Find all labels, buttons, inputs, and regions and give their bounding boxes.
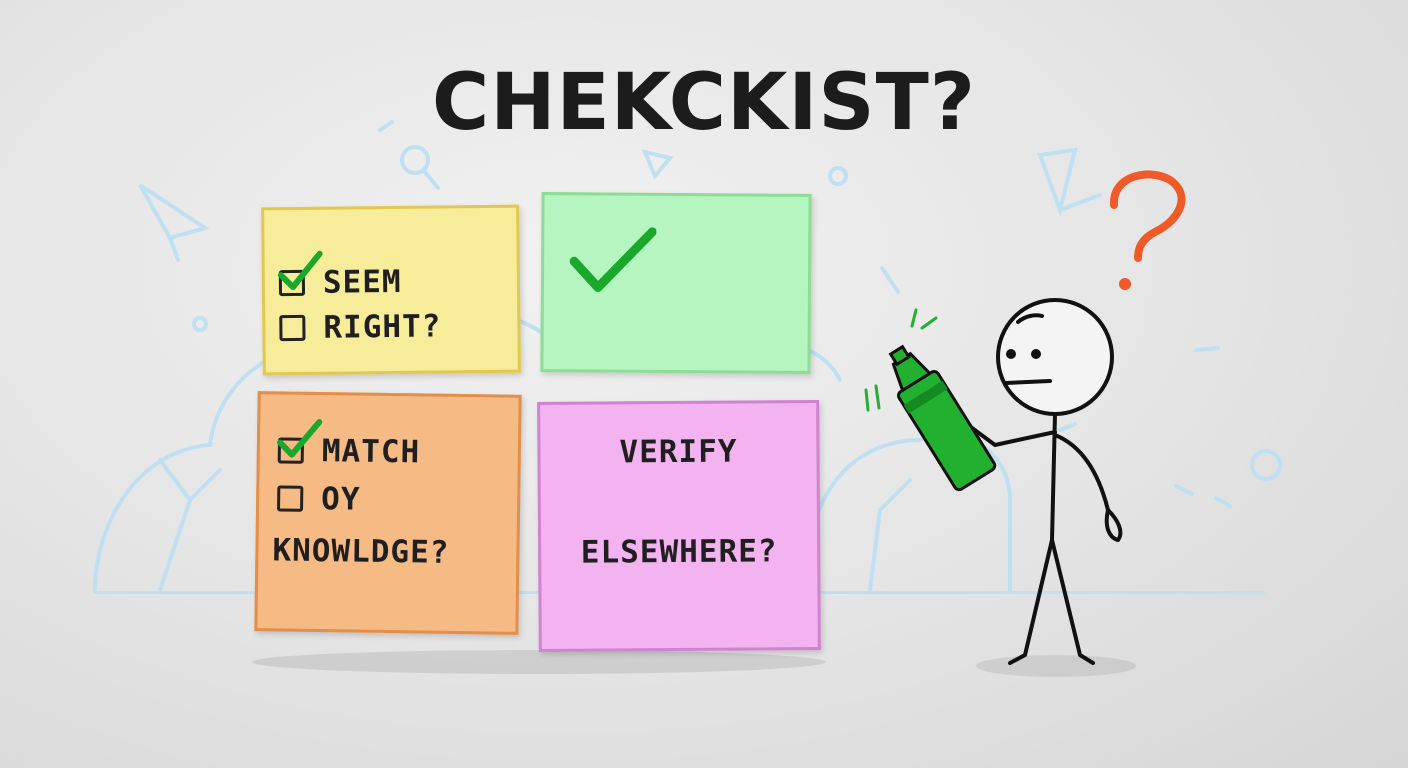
stick-figure <box>966 298 1123 665</box>
question-mark-icon <box>1110 170 1186 290</box>
highlighter-marker <box>888 344 997 492</box>
stick-figure-scene <box>864 170 1186 665</box>
scene: CHEKCKIST? SEEM RIGHT? MATCH OY KNOWLDGE… <box>0 0 1408 768</box>
